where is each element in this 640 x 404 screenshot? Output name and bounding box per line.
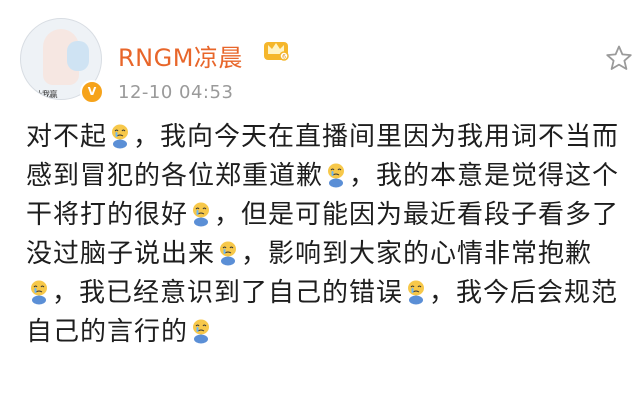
avatar[interactable]: 不让我赢 V <box>20 18 104 104</box>
star-icon[interactable] <box>605 44 633 72</box>
weibo-post: 不让我赢 V RNGM凉晨 6 12-10 04:53 对不起 ，我向今天在直播间… <box>0 0 640 404</box>
crying-emoji-icon <box>112 124 129 149</box>
crying-emoji-icon <box>328 163 345 188</box>
crying-emoji-icon <box>31 280 47 305</box>
content-line: 自己的言行的 <box>26 313 630 352</box>
crown-icon: 6 <box>264 42 289 61</box>
post-content: 对不起 ，我向今天在直播间里因为我用词不当而 感到冒犯的各位郑重道歉 ，我的本意是觉… <box>26 118 630 352</box>
content-text: 干将打的很好 <box>26 200 189 230</box>
content-text: 没过脑子说出来 <box>26 239 216 269</box>
content-line: 对不起 ，我向今天在直播间里因为我用词不当而 <box>26 118 630 157</box>
content-line: 干将打的很好 ，但是可能因为最近看段子看多了 <box>26 196 630 235</box>
content-line: 没过脑子说出来 ，影响到大家的心情非常抱歉 <box>26 235 630 274</box>
content-text: ，我已经意识到了自己的错误 <box>52 278 404 308</box>
svg-text:6: 6 <box>282 54 286 61</box>
content-line: ，我已经意识到了自己的错误 ，我今后会规范 <box>26 274 630 313</box>
content-text: ，我今后会规范 <box>429 278 619 308</box>
username[interactable]: RNGM凉晨 <box>118 38 243 73</box>
crying-emoji-icon <box>193 202 210 227</box>
crying-emoji-icon <box>193 319 210 344</box>
avatar-caption: 不让我赢 <box>27 90 58 99</box>
verified-badge-icon: V <box>80 80 104 104</box>
crying-emoji-icon <box>408 280 425 305</box>
avatar-figure-2 <box>67 41 89 71</box>
post-timestamp: 12-10 04:53 <box>118 82 234 103</box>
content-text: ，我向今天在直播间里因为我用词不当而 <box>133 122 620 152</box>
content-text: ，但是可能因为最近看段子看多了 <box>214 200 620 230</box>
crying-emoji-icon <box>220 241 237 266</box>
content-text: ，我的本意是觉得这个 <box>349 161 620 191</box>
content-text: 自己的言行的 <box>26 317 189 347</box>
content-line: 感到冒犯的各位郑重道歉 ，我的本意是觉得这个 <box>26 157 630 196</box>
content-text: 对不起 <box>26 122 108 152</box>
content-text: 感到冒犯的各位郑重道歉 <box>26 161 324 191</box>
content-text: ，影响到大家的心情非常抱歉 <box>241 239 593 269</box>
